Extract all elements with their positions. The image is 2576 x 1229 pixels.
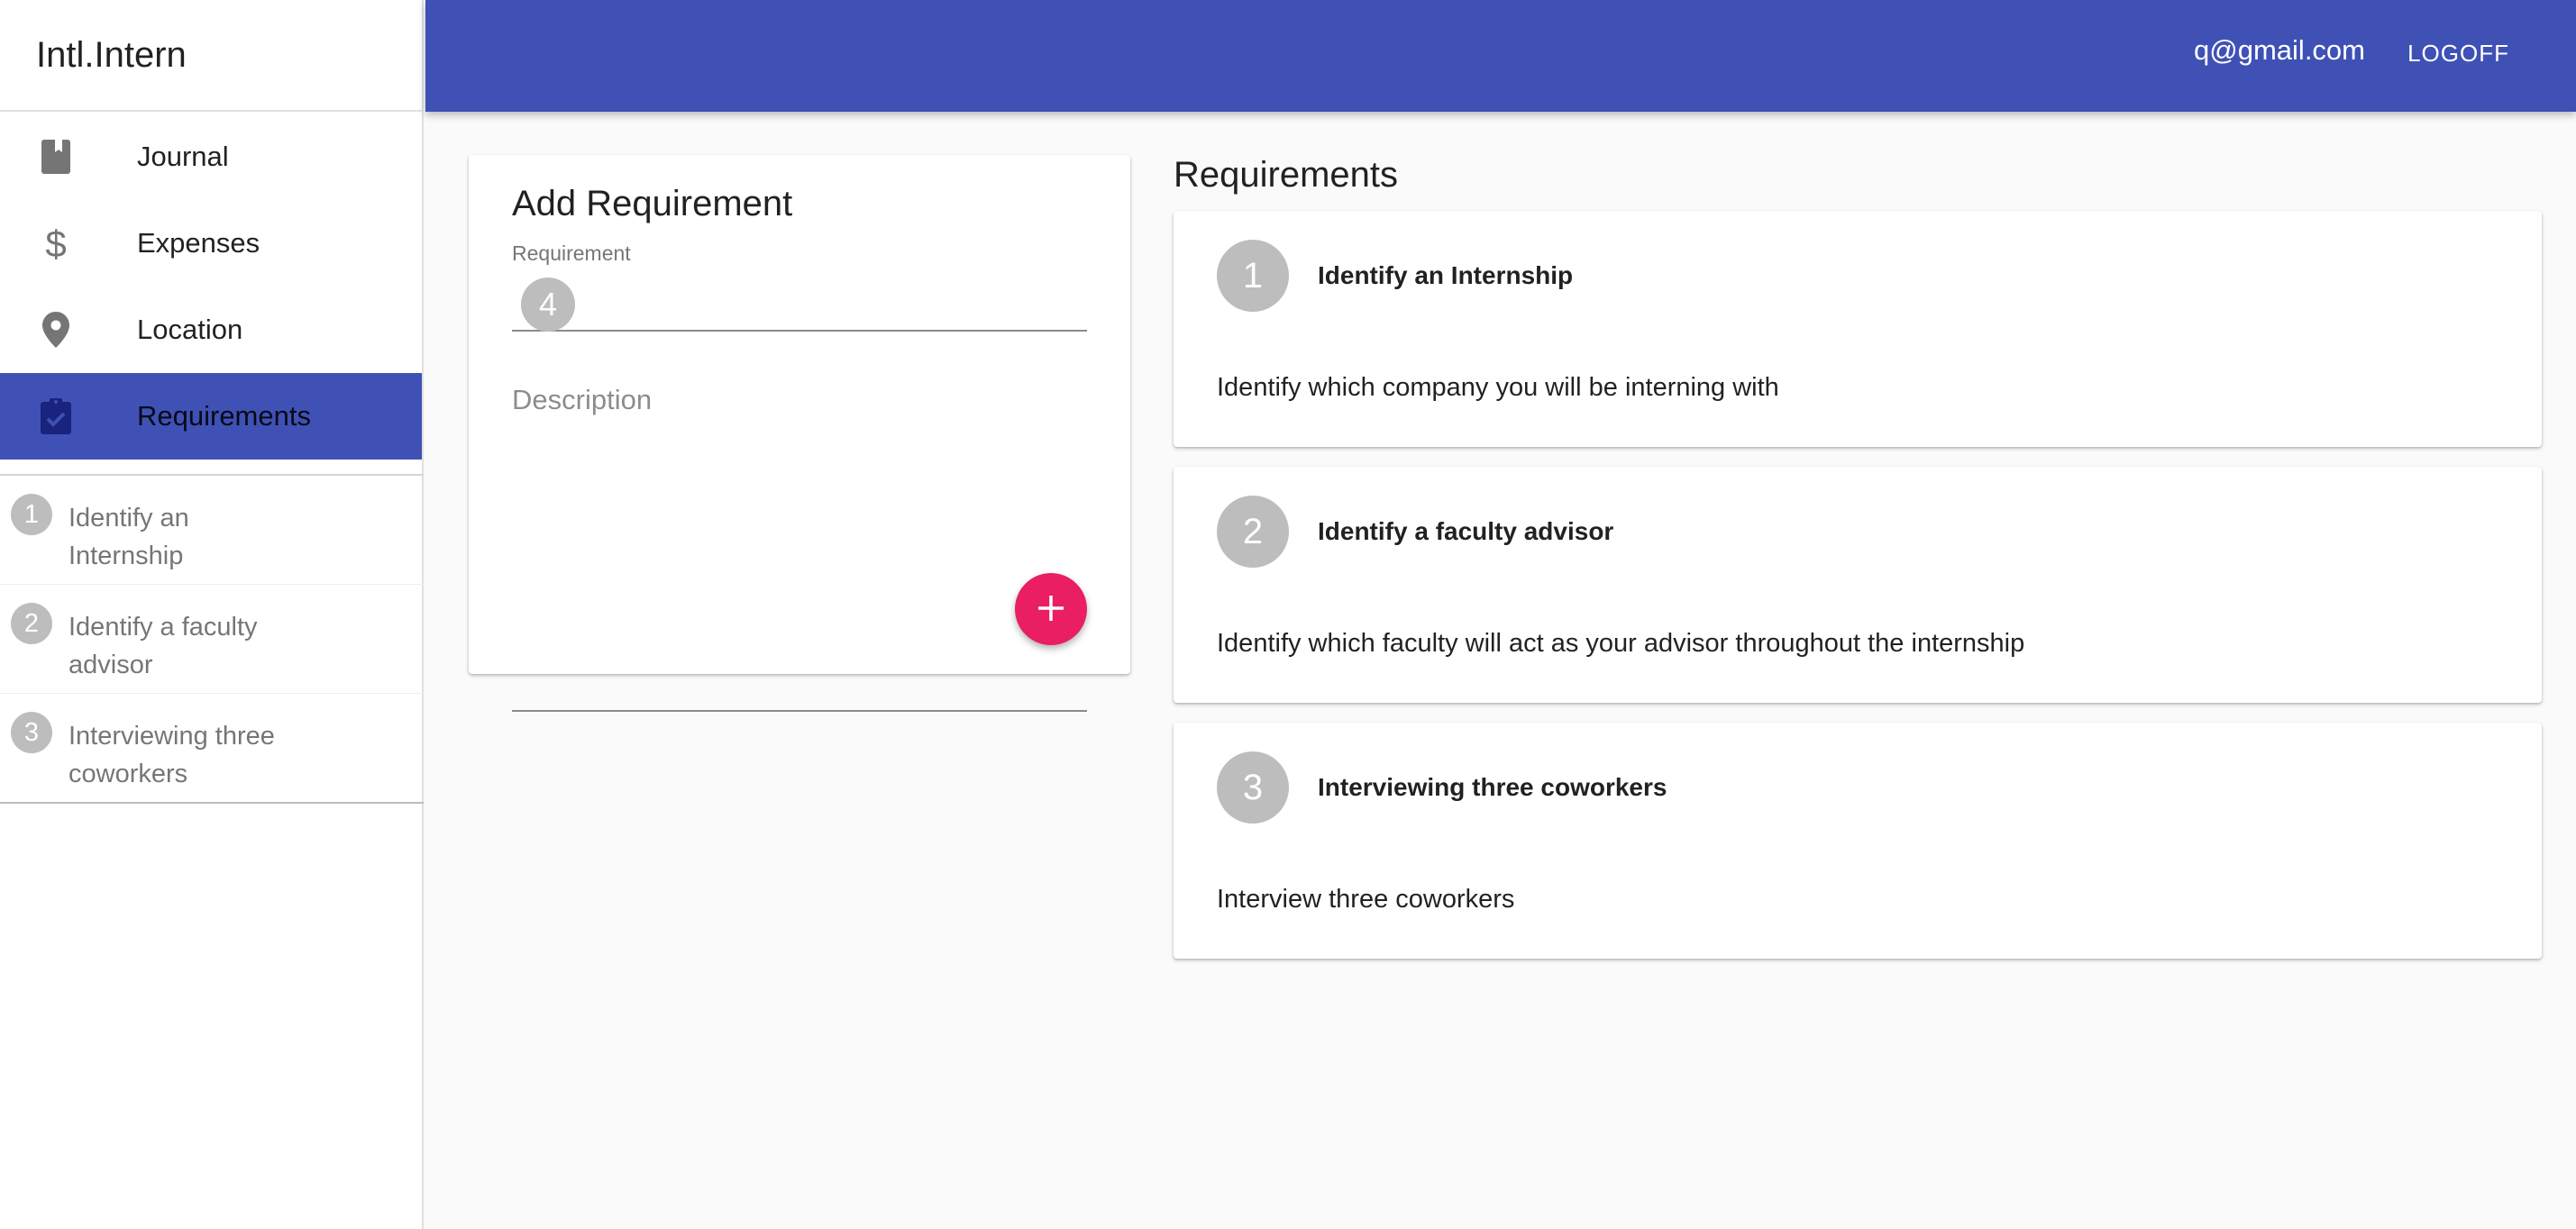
book-icon bbox=[38, 139, 74, 175]
requirements-heading: Requirements bbox=[1174, 155, 1399, 195]
requirement-field-label: Requirement bbox=[512, 241, 631, 265]
nav-label-requirements: Requirements bbox=[137, 400, 311, 432]
requirement-title: Identify an Internship bbox=[1318, 261, 1574, 289]
top-app-bar: q@gmail.com LOGOFF bbox=[425, 0, 2576, 112]
sub-item-requirement-2[interactable]: 2 Identify a faculty advisor bbox=[0, 585, 424, 694]
requirement-description: Identify which faculty will act as your … bbox=[1217, 629, 2025, 658]
nav-item-journal[interactable]: Journal bbox=[0, 114, 422, 200]
requirement-description: Identify which company you will be inter… bbox=[1217, 373, 1779, 402]
number-badge: 1 bbox=[1217, 240, 1289, 312]
sub-item-requirement-1[interactable]: 1 Identify an Internship bbox=[0, 476, 424, 585]
requirement-sub-list: 1 Identify an Internship 2 Identify a fa… bbox=[0, 474, 424, 804]
description-field[interactable]: Description bbox=[512, 384, 1087, 714]
requirement-card-1[interactable]: 1 Identify an Internship Identify which … bbox=[1174, 211, 2542, 447]
requirement-description: Interview three coworkers bbox=[1217, 885, 1515, 914]
dollar-icon: $ bbox=[38, 224, 74, 262]
nav-item-expenses[interactable]: $ Expenses bbox=[0, 200, 422, 287]
requirement-card-2[interactable]: 2 Identify a faculty advisor Identify wh… bbox=[1174, 467, 2542, 703]
app-brand: Intl.Intern bbox=[0, 0, 422, 112]
sub-item-label: Interviewing three coworkers bbox=[69, 722, 275, 788]
nav-label-expenses: Expenses bbox=[137, 227, 260, 259]
sub-item-label: Identify an Internship bbox=[69, 504, 189, 570]
add-requirement-title: Add Requirement bbox=[512, 184, 793, 223]
number-badge: 2 bbox=[1217, 496, 1289, 568]
nav-list: Journal $ Expenses Location Requirements bbox=[0, 112, 422, 460]
requirement-card-3[interactable]: 3 Interviewing three coworkers Interview… bbox=[1174, 723, 2542, 959]
clipboard-check-icon bbox=[38, 398, 74, 434]
requirement-number-chip: 4 bbox=[521, 278, 575, 332]
sub-item-label: Identify a faculty advisor bbox=[69, 613, 258, 679]
requirement-title: Interviewing three coworkers bbox=[1318, 773, 1667, 801]
description-underline bbox=[512, 404, 1087, 712]
description-placeholder: Description bbox=[512, 384, 653, 415]
number-badge: 1 bbox=[11, 494, 52, 535]
sidebar: Intl.Intern Journal $ Expenses Location … bbox=[0, 0, 424, 1229]
add-requirement-card: Add Requirement Requirement 4 Descriptio… bbox=[469, 155, 1130, 712]
plus-icon bbox=[1036, 593, 1066, 626]
requirement-field[interactable]: 4 bbox=[512, 272, 1087, 332]
add-requirement-button[interactable] bbox=[1015, 573, 1087, 645]
number-badge: 3 bbox=[1217, 751, 1289, 824]
number-badge: 2 bbox=[11, 603, 52, 644]
svg-text:$: $ bbox=[45, 224, 66, 262]
sub-item-requirement-3[interactable]: 3 Interviewing three coworkers bbox=[0, 694, 424, 802]
user-email: q@gmail.com bbox=[2194, 34, 2365, 66]
requirement-title: Identify a faculty advisor bbox=[1318, 517, 1614, 545]
number-badge: 3 bbox=[11, 712, 52, 753]
logoff-button[interactable]: LOGOFF bbox=[2407, 40, 2509, 68]
nav-label-journal: Journal bbox=[137, 141, 229, 172]
nav-label-location: Location bbox=[137, 314, 243, 345]
location-pin-icon bbox=[38, 312, 74, 348]
nav-item-location[interactable]: Location bbox=[0, 287, 422, 373]
nav-item-requirements[interactable]: Requirements bbox=[0, 373, 422, 460]
